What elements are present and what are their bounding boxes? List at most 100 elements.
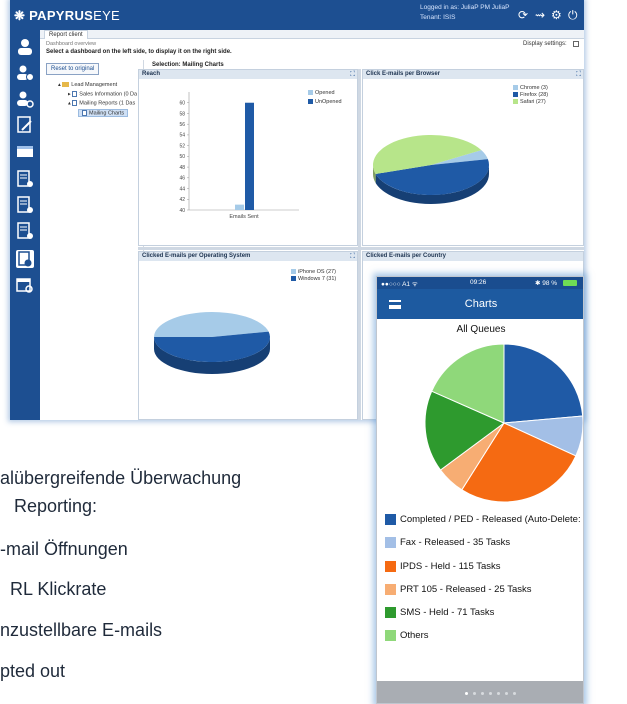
page-dot[interactable] xyxy=(473,692,476,695)
bullet-line-3: -mail Öffnungen xyxy=(0,539,128,559)
expand-icon[interactable]: ⛶ xyxy=(350,252,355,261)
legend-swatch xyxy=(308,90,313,96)
logo-eye: EYE xyxy=(93,8,121,23)
document-tools-icon[interactable] xyxy=(16,222,34,240)
edit-document-icon[interactable] xyxy=(16,116,34,134)
page-dot[interactable] xyxy=(489,692,492,695)
legend-swatch xyxy=(385,537,396,548)
expand-icon[interactable]: ⛶ xyxy=(350,70,355,79)
legend-opened: Opened xyxy=(308,90,335,96)
hint-text: Select a dashboard on the left side, to … xyxy=(46,49,232,55)
y-tick-label: 56 xyxy=(179,122,185,128)
battery-text: ✱ 98 % xyxy=(535,280,558,287)
browser-panel: Click E-mails per Browser ⛶ Chrome (3) F… xyxy=(362,69,584,246)
display-settings-checkbox[interactable] xyxy=(573,41,579,47)
horizontal-splitter[interactable] xyxy=(138,247,584,250)
legend-completed: Completed / PED - Released (Auto-Delete:… xyxy=(385,514,583,525)
app-logo: ❋ PAPYRUSEYE xyxy=(14,8,120,24)
share-icon[interactable]: ⇝ xyxy=(535,8,545,22)
panel-title: Reach xyxy=(139,70,357,79)
refresh-icon[interactable]: ⟳ xyxy=(518,8,528,22)
document-icon xyxy=(82,110,87,116)
logo-glyph-icon: ❋ xyxy=(14,8,26,23)
legend-unopened: UnOpened xyxy=(308,99,342,105)
phone-header: Charts xyxy=(377,289,583,319)
queue-chart-title: All Queues xyxy=(456,324,506,335)
page-dot[interactable] xyxy=(481,692,484,695)
legend-firefox: Firefox (28) xyxy=(513,92,548,98)
panel-title: Click E-mails per Browser xyxy=(363,70,583,79)
bullet-line-4: RL Klickrate xyxy=(10,579,107,599)
selection-title: Selection: Mailing Charts xyxy=(152,62,224,68)
y-tick-label: 52 xyxy=(179,143,185,149)
calendar-search-icon[interactable] xyxy=(16,276,34,294)
legend-safari: Safari (27) xyxy=(513,99,546,105)
user-group-icon[interactable] xyxy=(16,64,34,82)
tree-node-mailing-charts[interactable]: Mailing Charts xyxy=(78,109,129,118)
bar-unopened xyxy=(245,102,254,210)
legend-ipds: IPDS - Held - 115 Tasks xyxy=(385,561,501,572)
folder-icon xyxy=(62,82,70,88)
legend-fax: Fax - Released - 35 Tasks xyxy=(385,537,510,548)
os-panel: Clicked E-mails per Operating System ⛶ i… xyxy=(138,251,358,420)
y-tick-label: 44 xyxy=(179,186,185,192)
legend-swatch xyxy=(385,607,396,618)
bullet-line-6: pted out xyxy=(0,661,66,681)
legend-swatch xyxy=(291,276,296,282)
legend-swatch xyxy=(513,85,518,91)
document-config-icon[interactable] xyxy=(16,196,34,214)
user-icon[interactable] xyxy=(16,38,34,56)
y-tick-label: 46 xyxy=(179,176,185,182)
expand-icon[interactable]: ⛶ xyxy=(576,70,581,79)
tab-strip: Report client xyxy=(40,30,584,39)
side-nav xyxy=(10,30,40,420)
page-dot-active[interactable] xyxy=(465,692,468,695)
legend-chrome: Chrome (3) xyxy=(513,85,548,91)
logged-in-text: Logged in as: JuliaP PM JuliaP xyxy=(420,4,510,11)
tree-node-mailing-reports[interactable]: ▴ Mailing Reports (1 Das xyxy=(68,100,135,106)
settings-icon[interactable]: ⚙ xyxy=(551,8,562,22)
document-icon xyxy=(72,91,78,97)
y-tick-label: 60 xyxy=(179,101,185,107)
page-dot[interactable] xyxy=(497,692,500,695)
tree-node-sales-information[interactable]: ▸ Sales Information (0 Da xyxy=(68,91,137,97)
legend-swatch xyxy=(291,269,296,275)
page-dot[interactable] xyxy=(513,692,516,695)
vertical-splitter[interactable] xyxy=(358,69,361,420)
browser-pie-chart xyxy=(373,135,489,205)
y-tick-label: 54 xyxy=(179,133,185,139)
legend-prt105: PRT 105 - Released - 25 Tasks xyxy=(385,584,532,595)
dashboard-tree: Reset to original ▴ Lead Management ▸ Sa… xyxy=(44,60,144,420)
battery-icon xyxy=(563,280,577,286)
document-settings-icon[interactable] xyxy=(16,170,34,188)
reset-button[interactable]: Reset to original xyxy=(46,63,100,75)
top-bar: ❋ PAPYRUSEYE Logged in as: JuliaP PM Jul… xyxy=(10,0,584,30)
tenant-text: Tenant: ISIS xyxy=(420,14,456,21)
legend-swatch xyxy=(513,99,518,105)
panel-title: Clicked E-mails per Operating System xyxy=(139,252,357,261)
display-settings-label: Display settings: xyxy=(523,41,567,47)
legend-swatch xyxy=(308,99,313,105)
y-tick-label: 50 xyxy=(179,154,185,160)
logo-brand: PAPYRUS xyxy=(29,8,94,23)
legend-swatch xyxy=(513,92,518,98)
time-text: 09:26 xyxy=(470,279,487,286)
x-category-label: Emails Sent xyxy=(229,214,259,220)
carrier-text: ●●○○○ A1 ᯤ xyxy=(381,281,418,288)
reach-panel: Reach ⛶ 60 58 56 54 52 50 48 46 44 42 40 Emails Sen… xyxy=(138,69,358,246)
legend-iphone: iPhone OS (27) xyxy=(291,269,336,275)
tab-report-client[interactable]: Report client xyxy=(44,30,88,39)
user-info: Logged in as: JuliaP PM JuliaP Tenant: I… xyxy=(420,3,510,23)
tree-node-lead-management[interactable]: ▴ Lead Management xyxy=(58,82,117,88)
y-tick-label: 48 xyxy=(179,165,185,171)
user-settings-icon[interactable] xyxy=(16,90,34,108)
y-tick-label: 58 xyxy=(179,111,185,117)
page-dot[interactable] xyxy=(505,692,508,695)
inbox-icon[interactable] xyxy=(16,142,34,160)
power-icon[interactable]: ⏻ xyxy=(568,8,578,23)
bullet-line-5: nzustellbare E-mails xyxy=(0,620,163,640)
y-tick-label: 42 xyxy=(179,197,185,203)
report-viewer-icon[interactable] xyxy=(16,250,34,268)
bar-opened xyxy=(235,204,244,210)
queue-pie-chart xyxy=(424,343,583,503)
